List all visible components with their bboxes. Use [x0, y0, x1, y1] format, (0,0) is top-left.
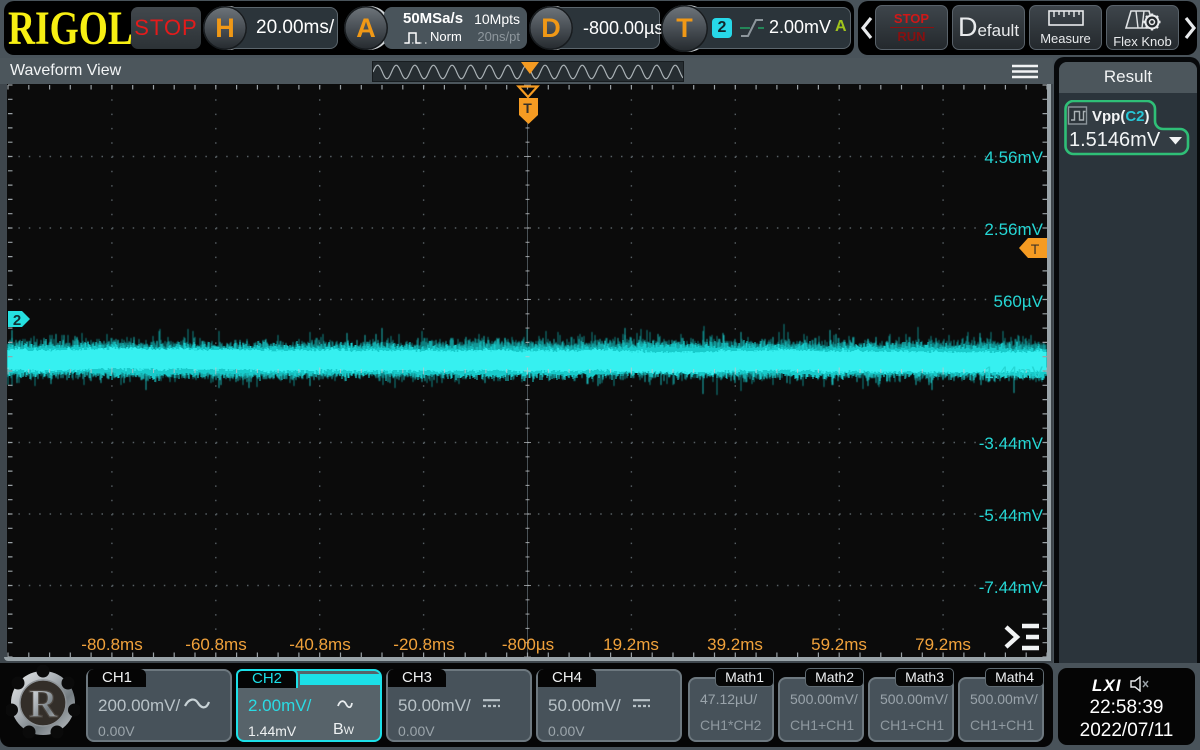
svg-text:T: T [523, 100, 532, 116]
svg-text:1.5146mV: 1.5146mV [1069, 129, 1161, 151]
svg-text:2: 2 [13, 312, 21, 329]
svg-text:Vpp(C2): Vpp(C2) [1092, 108, 1150, 125]
svg-text:R: R [29, 681, 59, 726]
svg-text:T: T [1031, 241, 1040, 257]
